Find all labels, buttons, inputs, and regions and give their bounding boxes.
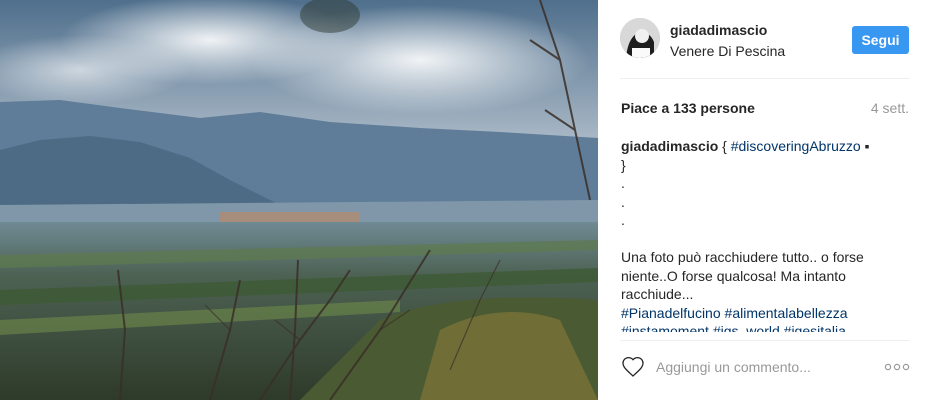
- hashtag-link[interactable]: #instamoment: [621, 323, 709, 332]
- caption-text: ▪: [860, 138, 870, 154]
- caption-text: .: [621, 212, 625, 228]
- landscape-image: [0, 0, 598, 400]
- post-header: giadadimascio Venere Di Pescina Segui: [598, 0, 933, 78]
- caption-text: niente..O forse qualcosa! Ma intanto: [621, 267, 846, 284]
- hashtag-link[interactable]: #igesitalia: [784, 323, 846, 332]
- caption-text: .: [621, 175, 625, 191]
- caption-text: racchiude...: [621, 286, 694, 302]
- likes-count[interactable]: Piace a 133 persone: [621, 100, 755, 116]
- post-time[interactable]: 4 sett.: [871, 100, 909, 116]
- hashtag-link[interactable]: #alimentalabellezza: [725, 305, 848, 321]
- hashtag-link[interactable]: #Pianadelfucino: [621, 305, 721, 321]
- avatar-image: [620, 18, 660, 58]
- avatar[interactable]: [620, 18, 660, 58]
- caption-author[interactable]: giadadimascio: [621, 138, 718, 154]
- comment-bar: [598, 340, 933, 400]
- caption-tags: #Pianadelfucino #alimentalabellezza: [621, 304, 911, 323]
- header-divider: [620, 78, 910, 79]
- follow-button[interactable]: Segui: [852, 26, 909, 54]
- hashtag-link[interactable]: #discoveringAbruzzo: [731, 138, 861, 154]
- hashtag-link[interactable]: #igs_world: [713, 323, 780, 332]
- post-side-panel: giadadimascio Venere Di Pescina Segui Pi…: [598, 0, 933, 400]
- caption-text: {: [718, 138, 731, 154]
- caption-text: Una foto può racchiudere tutto.. o forse: [621, 249, 864, 265]
- post-location[interactable]: Venere Di Pescina: [670, 43, 785, 59]
- post-photo[interactable]: [0, 0, 598, 400]
- caption-tags: #instamoment #igs_world #igesitalia: [621, 322, 911, 332]
- caption-text: }: [621, 156, 626, 173]
- caption-text: .: [621, 193, 625, 210]
- comment-input[interactable]: [656, 357, 876, 377]
- heart-outline-icon[interactable]: [621, 355, 645, 379]
- post-username[interactable]: giadadimascio: [670, 22, 767, 38]
- caption-line: giadadimascio { #discoveringAbruzzo ▪: [621, 137, 911, 156]
- post-caption: giadadimascio { #discoveringAbruzzo ▪ } …: [621, 137, 911, 332]
- more-options-icon[interactable]: [884, 357, 910, 377]
